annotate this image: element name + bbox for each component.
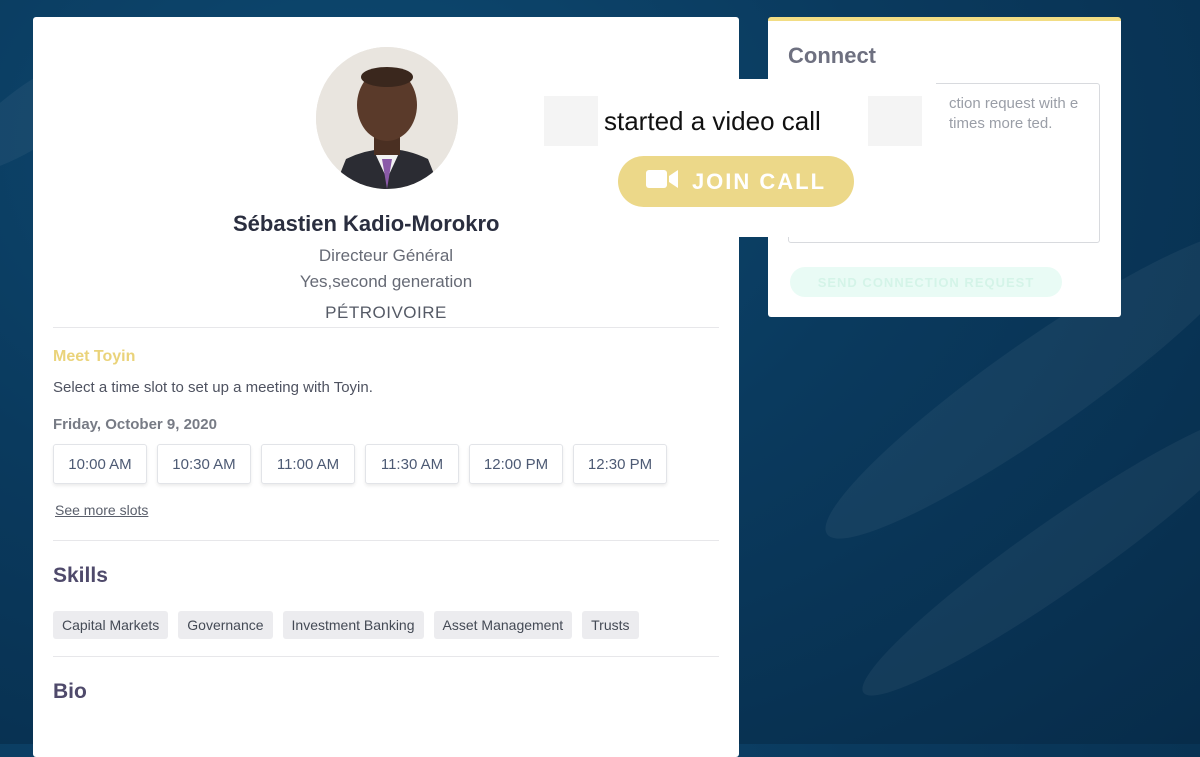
meet-description: Select a time slot to set up a meeting w… bbox=[53, 379, 373, 396]
call-message: started a video call bbox=[604, 106, 821, 136]
time-slot-button[interactable]: 11:00 AM bbox=[261, 444, 355, 484]
profile-subtitle: Yes,second generation bbox=[299, 272, 473, 291]
divider bbox=[53, 540, 719, 541]
time-slot-button[interactable]: 10:30 AM bbox=[157, 444, 251, 484]
skills-title: Skills bbox=[53, 564, 108, 587]
time-slot-list: 10:00 AM 10:30 AM 11:00 AM 11:30 AM 12:0… bbox=[53, 444, 667, 484]
skill-tag: Investment Banking bbox=[282, 611, 424, 639]
avatar bbox=[316, 47, 458, 189]
join-call-button[interactable]: JOIN CALL bbox=[618, 156, 854, 207]
avatar-portrait bbox=[316, 47, 458, 189]
skill-tag: Trusts bbox=[582, 611, 639, 639]
video-call-notification: started a video call JOIN CALL bbox=[538, 79, 936, 237]
skills-tag-list: Capital Markets Governance Investment Ba… bbox=[53, 611, 639, 639]
profile-name: Sébastien Kadio-Morokro bbox=[233, 211, 500, 236]
profile-name-container: Sébastien Kadio-Morokro bbox=[233, 207, 533, 241]
profile-company: PÉTROIVOIRE bbox=[325, 303, 447, 322]
skill-tag: Capital Markets bbox=[53, 611, 169, 639]
video-camera-icon bbox=[645, 169, 678, 195]
time-slot-button[interactable]: 10:00 AM bbox=[53, 444, 147, 484]
divider bbox=[53, 656, 719, 657]
connect-title: Connect bbox=[788, 43, 876, 68]
bio-title: Bio bbox=[53, 680, 87, 703]
time-slot-button[interactable]: 12:00 PM bbox=[469, 444, 563, 484]
send-connection-request-button[interactable]: SEND CONNECTION REQUEST bbox=[790, 267, 1062, 297]
time-slot-button[interactable]: 12:30 PM bbox=[573, 444, 667, 484]
caller-avatar-placeholder bbox=[868, 96, 922, 146]
skill-tag: Asset Management bbox=[433, 611, 573, 639]
see-more-slots-link[interactable]: See more slots bbox=[55, 502, 148, 518]
divider bbox=[53, 327, 719, 328]
join-call-label: JOIN CALL bbox=[691, 168, 827, 194]
meet-title: Meet Toyin bbox=[53, 348, 136, 365]
skill-tag: Governance bbox=[178, 611, 273, 639]
meet-date: Friday, October 9, 2020 bbox=[53, 416, 217, 433]
profile-title: Directeur Général bbox=[318, 246, 454, 265]
time-slot-button[interactable]: 11:30 AM bbox=[365, 444, 459, 484]
connection-message-placeholder: ction request with e times more ted. bbox=[949, 95, 1079, 132]
caller-avatar-placeholder bbox=[544, 96, 598, 146]
